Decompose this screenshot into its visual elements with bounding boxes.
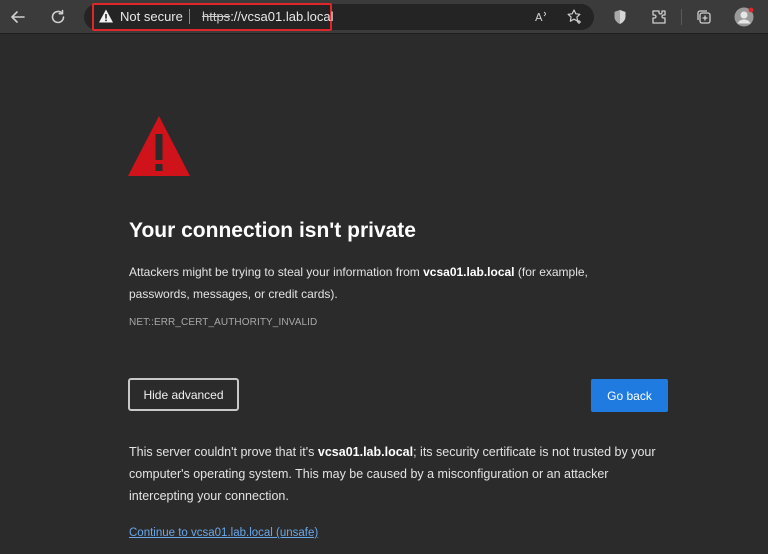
refresh-icon[interactable] bbox=[46, 5, 70, 29]
favorite-star-icon[interactable] bbox=[563, 5, 587, 29]
desc-host: vcsa01.lab.local bbox=[423, 265, 515, 279]
hide-advanced-button[interactable]: Hide advanced bbox=[128, 378, 239, 411]
shield-icon[interactable] bbox=[608, 5, 632, 29]
svg-text:A: A bbox=[535, 11, 543, 24]
url-text[interactable]: https://vcsa01.lab.local bbox=[202, 9, 334, 24]
address-divider bbox=[189, 9, 190, 24]
read-aloud-icon[interactable]: A bbox=[530, 5, 554, 29]
toolbar-divider bbox=[681, 9, 682, 25]
not-secure-label[interactable]: Not secure bbox=[120, 9, 183, 24]
advanced-details: This server couldn't prove that it's vcs… bbox=[129, 441, 669, 507]
puzzle-icon[interactable] bbox=[647, 5, 671, 29]
back-arrow-icon[interactable] bbox=[6, 5, 30, 29]
collections-icon[interactable] bbox=[692, 5, 716, 29]
details-text-prefix: This server couldn't prove that it's bbox=[129, 445, 318, 459]
url-host: ://vcsa01.lab.local bbox=[230, 9, 334, 24]
page-title: Your connection isn't private bbox=[129, 219, 416, 242]
proceed-unsafe-link[interactable]: Continue to vcsa01.lab.local (unsafe) bbox=[129, 527, 318, 539]
browser-toolbar: Not secure https://vcsa01.lab.local A bbox=[0, 0, 768, 34]
error-description: Attackers might be trying to steal your … bbox=[129, 261, 649, 305]
url-scheme: https bbox=[202, 9, 231, 24]
avatar[interactable] bbox=[732, 5, 756, 29]
go-back-button[interactable]: Go back bbox=[591, 379, 668, 412]
error-warning-icon bbox=[128, 116, 190, 176]
details-host: vcsa01.lab.local bbox=[317, 445, 414, 459]
desc-text-prefix: Attackers might be trying to steal your … bbox=[129, 265, 424, 279]
warning-icon[interactable] bbox=[98, 8, 114, 24]
error-code: NET::ERR_CERT_AUTHORITY_INVALID bbox=[129, 317, 318, 328]
